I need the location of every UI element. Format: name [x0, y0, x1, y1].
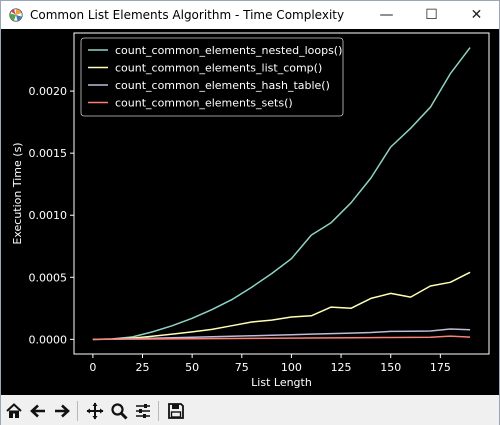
title-bar[interactable]: Common List Elements Algorithm - Time Co…: [1, 1, 499, 29]
window-controls: — ☐ ✕: [364, 1, 499, 29]
y-tick-label: 0.0010: [29, 209, 68, 222]
legend-entry: count_common_elements_hash_table(): [115, 79, 330, 92]
close-icon: ✕: [470, 7, 483, 23]
home-button[interactable]: [3, 400, 25, 422]
pan-button[interactable]: [84, 400, 106, 422]
minimize-button[interactable]: —: [364, 1, 409, 29]
legend-entry: count_common_elements_nested_loops(): [115, 44, 342, 57]
y-tick-label: 0.0015: [29, 147, 68, 160]
x-tick-label: 100: [281, 361, 302, 374]
line-chart: 0 25 50 75 100 125 150 175 0.0000 0.0005 0.0010 0.0…: [11, 32, 490, 389]
maximize-icon: ☐: [425, 7, 438, 23]
legend-entry: count_common_elements_list_comp(): [115, 62, 322, 75]
figure-canvas[interactable]: 0 25 50 75 100 125 150 175 0.0000 0.0005 0.0010 0.0…: [1, 29, 499, 395]
maximize-button[interactable]: ☐: [409, 1, 454, 29]
navigation-toolbar: [1, 397, 499, 425]
zoom-icon: [111, 403, 128, 420]
save-icon: [168, 403, 184, 419]
back-arrow-icon: [30, 404, 45, 418]
series-line: [92, 271, 471, 341]
y-tick-label: 0.0020: [29, 85, 68, 98]
x-tick-label: 50: [185, 361, 199, 374]
home-icon: [6, 403, 22, 418]
back-button[interactable]: [27, 400, 49, 422]
y-tick-label: 0.0000: [29, 333, 68, 346]
pan-icon: [86, 402, 104, 420]
x-tick-label: 125: [331, 361, 352, 374]
x-tick-label: 75: [235, 361, 249, 374]
forward-arrow-icon: [55, 404, 70, 418]
legend-entry: count_common_elements_sets(): [115, 97, 293, 110]
zoom-button[interactable]: [108, 400, 130, 422]
window-title: Common List Elements Algorithm - Time Co…: [30, 8, 345, 22]
y-axis-label: Execution Time (s): [11, 142, 24, 244]
y-tick-label: 0.0005: [29, 271, 68, 284]
configure-subplots-icon: [136, 404, 150, 418]
x-tick-label: 25: [136, 361, 150, 374]
x-tick-label: 150: [380, 361, 401, 374]
forward-button[interactable]: [51, 400, 73, 422]
minimize-icon: —: [379, 7, 394, 23]
save-button[interactable]: [165, 400, 187, 422]
toolbar-separator: [77, 401, 78, 421]
x-tick-label: 175: [430, 361, 451, 374]
close-button[interactable]: ✕: [454, 1, 499, 29]
configure-subplots-button[interactable]: [132, 400, 154, 422]
x-axis-label: List Length: [251, 376, 312, 389]
toolbar-separator: [158, 401, 159, 421]
x-tick-label: 0: [89, 361, 96, 374]
matplotlib-logo-icon: [8, 7, 24, 23]
app-window: Common List Elements Algorithm - Time Co…: [0, 0, 500, 425]
